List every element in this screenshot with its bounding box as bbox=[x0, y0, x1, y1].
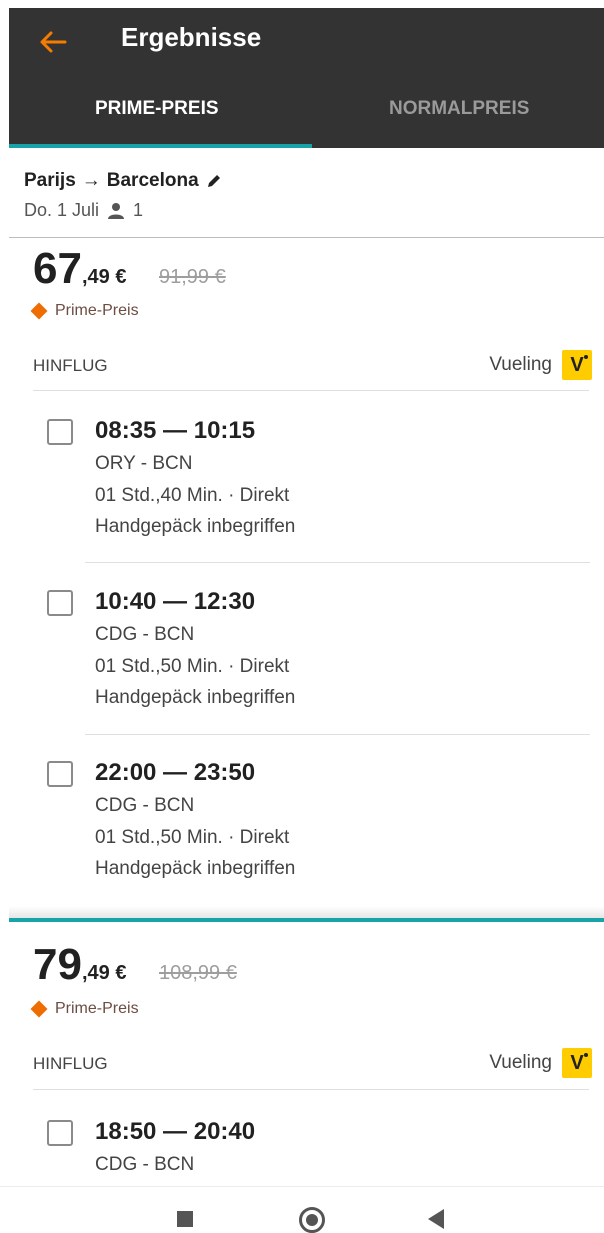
flight-checkbox[interactable] bbox=[47, 590, 73, 616]
divider bbox=[33, 1089, 589, 1090]
system-back-icon[interactable] bbox=[428, 1209, 444, 1229]
flight-route: CDG - BCN bbox=[95, 624, 195, 645]
active-tab-indicator bbox=[9, 144, 312, 148]
origin-city: Parijs bbox=[24, 170, 76, 191]
home-icon[interactable] bbox=[299, 1207, 325, 1233]
result-card[interactable]: 79,49 € 108,99 € Prime-Preis HINFLUG Vue… bbox=[9, 922, 604, 1186]
pencil-icon[interactable] bbox=[205, 172, 223, 190]
flight-route: ORY - BCN bbox=[95, 453, 193, 474]
app-bar: Ergebnisse PRIME-PREIS NORMALPREIS bbox=[9, 8, 604, 148]
flight-checkbox[interactable] bbox=[47, 1120, 73, 1146]
destination-city: Barcelona bbox=[106, 170, 199, 191]
flight-times: 22:00 — 23:50 bbox=[95, 759, 256, 786]
price-old: 91,99 € bbox=[159, 266, 226, 288]
divider bbox=[85, 734, 590, 735]
recents-icon[interactable] bbox=[177, 1211, 193, 1227]
flight-route: CDG - BCN bbox=[95, 795, 195, 816]
prime-badge: Prime-Preis bbox=[30, 302, 139, 320]
airline-name: Vueling bbox=[489, 354, 552, 375]
vueling-logo-icon: V bbox=[562, 350, 592, 380]
flight-checkbox[interactable] bbox=[47, 419, 73, 445]
flight-duration: 01 Std.,50 Min. · Direkt bbox=[95, 656, 290, 677]
result-card[interactable]: 67,49 € 91,99 € Prime-Preis HINFLUG Vuel… bbox=[9, 238, 604, 906]
prime-badge-label: Prime-Preis bbox=[55, 1000, 139, 1017]
price: 79,49 € bbox=[33, 940, 126, 990]
person-icon bbox=[108, 202, 125, 219]
page-title: Ergebnisse bbox=[121, 22, 262, 52]
prime-badge-label: Prime-Preis bbox=[55, 302, 139, 319]
direction-label: HINFLUG bbox=[33, 356, 108, 375]
flight-baggage: Handgepäck inbegriffen bbox=[95, 858, 296, 879]
flight-times: 08:35 — 10:15 bbox=[95, 417, 256, 444]
flight-baggage: Handgepäck inbegriffen bbox=[95, 687, 296, 708]
flight-duration: 01 Std.,50 Min. · Direkt bbox=[95, 827, 290, 848]
price-main: 79 bbox=[33, 940, 82, 989]
price-main: 67 bbox=[33, 244, 82, 293]
price-old: 108,99 € bbox=[159, 962, 237, 984]
system-nav-bar bbox=[0, 1186, 604, 1233]
tab-prime-preis[interactable]: PRIME-PREIS bbox=[95, 98, 219, 120]
flight-baggage: Handgepäck inbegriffen bbox=[95, 516, 296, 537]
passenger-count: 1 bbox=[133, 200, 144, 220]
flight-route: CDG - BCN bbox=[95, 1154, 195, 1175]
airline: Vueling V bbox=[489, 1048, 592, 1078]
travel-date: Do. 1 Juli bbox=[24, 200, 100, 220]
route-arrow: → bbox=[81, 170, 101, 191]
back-arrow-icon[interactable] bbox=[37, 26, 69, 58]
tab-normalpreis[interactable]: NORMALPREIS bbox=[389, 98, 529, 120]
route-summary[interactable]: Parijs → Barcelona bbox=[24, 170, 223, 192]
airline: Vueling V bbox=[489, 350, 592, 380]
flight-duration: 01 Std.,40 Min. · Direkt bbox=[95, 485, 290, 506]
price-cents: ,49 € bbox=[81, 266, 127, 288]
card-shadow bbox=[9, 906, 604, 918]
direction-label: HINFLUG bbox=[33, 1054, 108, 1073]
airline-name: Vueling bbox=[489, 1052, 552, 1073]
vueling-logo-icon: V bbox=[562, 1048, 592, 1078]
flight-times: 18:50 — 20:40 bbox=[95, 1118, 256, 1145]
diamond-icon bbox=[30, 302, 48, 320]
prime-badge: Prime-Preis bbox=[30, 1000, 139, 1018]
diamond-icon bbox=[30, 1000, 48, 1018]
divider bbox=[33, 390, 589, 391]
search-details: Do. 1 Juli 1 bbox=[24, 200, 143, 221]
flight-times: 10:40 — 12:30 bbox=[95, 588, 256, 615]
divider bbox=[85, 562, 590, 563]
price: 67,49 € bbox=[33, 244, 126, 294]
price-cents: ,49 € bbox=[81, 962, 127, 984]
flight-checkbox[interactable] bbox=[47, 761, 73, 787]
